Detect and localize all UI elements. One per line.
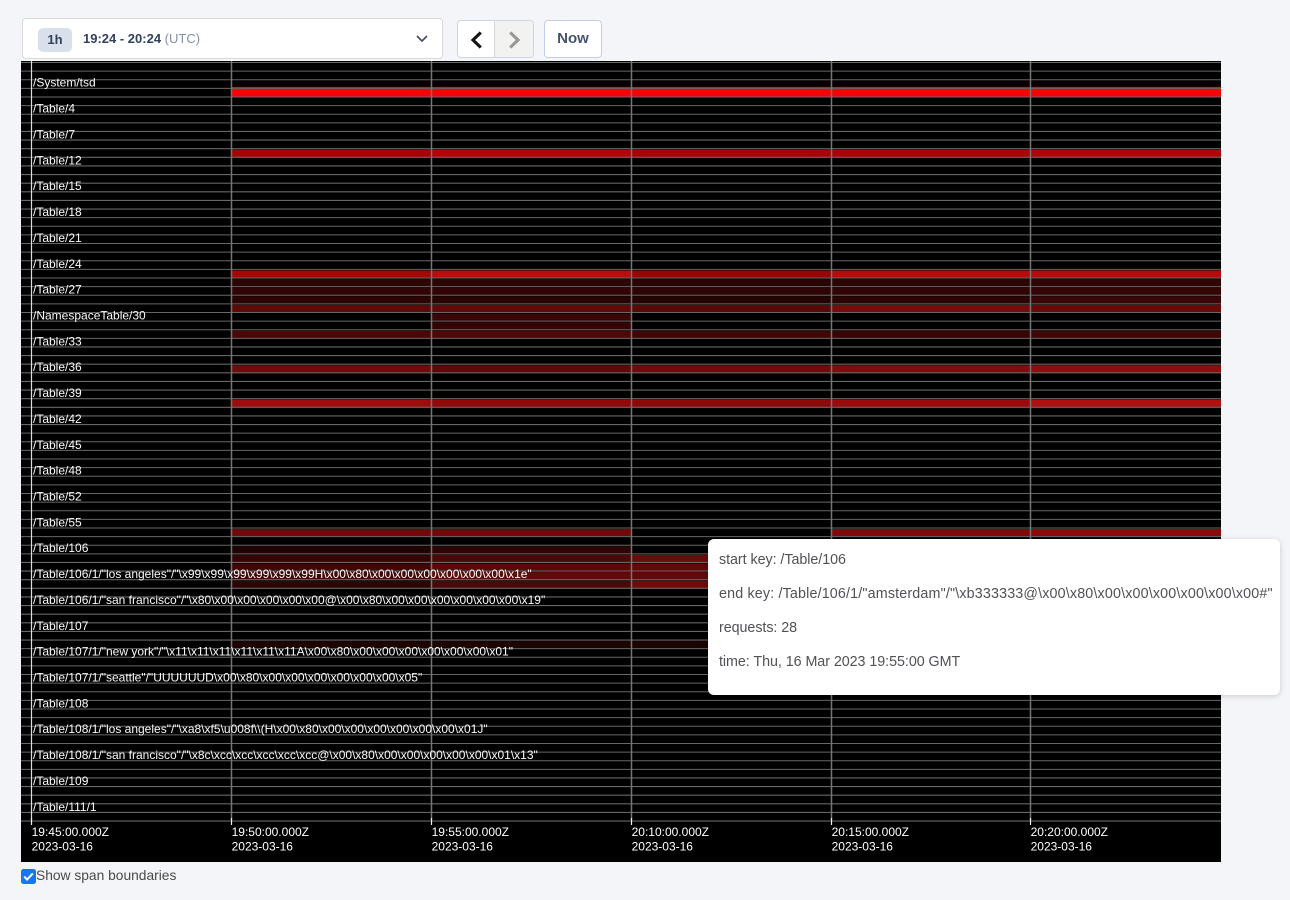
svg-text:2023-03-16: 2023-03-16 [232, 840, 294, 854]
svg-text:2023-03-16: 2023-03-16 [32, 840, 94, 854]
svg-text:19:55:00.000Z: 19:55:00.000Z [432, 825, 509, 839]
svg-text:/Table/55: /Table/55 [33, 515, 82, 529]
svg-text:/Table/4: /Table/4 [33, 102, 75, 116]
svg-text:/Table/12: /Table/12 [33, 153, 82, 167]
svg-text:19:45:00.000Z: 19:45:00.000Z [32, 825, 109, 839]
svg-text:/Table/39: /Table/39 [33, 386, 82, 400]
svg-text:/Table/15: /Table/15 [33, 179, 82, 193]
svg-text:2023-03-16: 2023-03-16 [432, 840, 494, 854]
svg-text:2023-03-16: 2023-03-16 [632, 840, 694, 854]
svg-text:/Table/52: /Table/52 [33, 490, 82, 504]
svg-text:/Table/108/1/"los angeles"/"\x: /Table/108/1/"los angeles"/"\xa8\xf5\u00… [33, 722, 488, 736]
svg-text:/Table/108/1/"san francisco"/": /Table/108/1/"san francisco"/"\x8c\xcc\x… [33, 748, 538, 762]
svg-text:2023-03-16: 2023-03-16 [832, 840, 894, 854]
svg-text:20:20:00.000Z: 20:20:00.000Z [1031, 825, 1108, 839]
svg-text:2023-03-16: 2023-03-16 [1031, 840, 1093, 854]
svg-text:20:15:00.000Z: 20:15:00.000Z [832, 825, 909, 839]
svg-text:/Table/107/1/"new york"/"\x11\: /Table/107/1/"new york"/"\x11\x11\x11\x1… [33, 645, 513, 659]
svg-text:/Table/18: /Table/18 [33, 205, 82, 219]
svg-text:/Table/107: /Table/107 [33, 619, 89, 633]
svg-text:/Table/36: /Table/36 [33, 360, 82, 374]
svg-text:/Table/111/1: /Table/111/1 [33, 800, 97, 814]
svg-text:/Table/106/1/"san francisco"/": /Table/106/1/"san francisco"/"\x80\x00\x… [33, 593, 545, 607]
svg-text:/Table/33: /Table/33 [33, 334, 82, 348]
svg-text:/Table/7: /Table/7 [33, 127, 75, 141]
svg-text:/NamespaceTable/30: /NamespaceTable/30 [33, 308, 146, 322]
svg-text:/System/tsd: /System/tsd [33, 76, 96, 90]
svg-text:/Table/106: /Table/106 [33, 541, 89, 555]
svg-text:/Table/27: /Table/27 [33, 283, 82, 297]
svg-text:/Table/109: /Table/109 [33, 774, 89, 788]
svg-text:/Table/108: /Table/108 [33, 696, 89, 710]
svg-text:/Table/107/1/"seattle"/"UUUUUU: /Table/107/1/"seattle"/"UUUUUUD\x00\x80\… [33, 671, 422, 685]
svg-text:/Table/48: /Table/48 [33, 464, 82, 478]
svg-text:/Table/21: /Table/21 [33, 231, 82, 245]
svg-text:/Table/42: /Table/42 [33, 412, 82, 426]
svg-text:/Table/24: /Table/24 [33, 257, 82, 271]
svg-text:/Table/106/1/"los angeles"/"\x: /Table/106/1/"los angeles"/"\x99\x99\x99… [33, 567, 532, 581]
svg-text:/Table/45: /Table/45 [33, 438, 82, 452]
svg-text:19:50:00.000Z: 19:50:00.000Z [232, 825, 309, 839]
svg-text:20:10:00.000Z: 20:10:00.000Z [632, 825, 709, 839]
